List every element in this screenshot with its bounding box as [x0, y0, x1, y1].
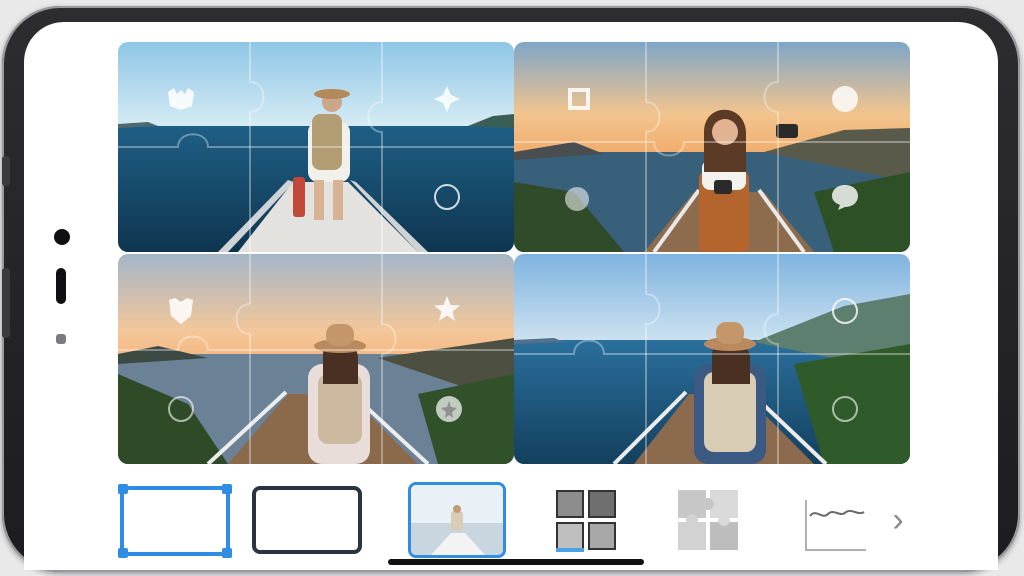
puzzle-tool[interactable]	[676, 488, 740, 552]
sensor-pill	[56, 268, 66, 304]
photo-tile-2[interactable]	[514, 42, 910, 252]
circle-icon	[432, 182, 462, 212]
circle-icon	[166, 394, 196, 424]
bat-icon	[166, 84, 196, 114]
photo-tile-4[interactable]	[514, 254, 910, 464]
puzzle-icon	[678, 490, 738, 550]
photo-woman-hat-boardwalk-sea	[514, 254, 910, 464]
side-button-top	[2, 156, 10, 186]
camera-dot	[54, 229, 70, 245]
shield-icon	[166, 296, 196, 326]
badge-icon	[564, 84, 594, 114]
photo-thumbnail-tool[interactable]	[408, 482, 506, 558]
frame-blue-tool[interactable]	[118, 484, 232, 558]
photo-woman-hat-boardwalk-sunset	[118, 254, 514, 464]
sensor-dot	[56, 334, 66, 344]
circle-icon	[830, 296, 860, 326]
phone-screen: ›	[24, 22, 998, 570]
photo-woman-boat-ocean	[118, 42, 514, 252]
wave-frame-tool[interactable]	[804, 494, 868, 552]
home-indicator[interactable]	[388, 559, 644, 565]
circle-icon	[562, 184, 592, 214]
side-button	[2, 268, 10, 338]
circle-icon	[830, 84, 860, 114]
photo-tile-1[interactable]	[118, 42, 514, 252]
grid-layout-tool[interactable]	[556, 490, 618, 552]
photo-woman-camera-boardwalk	[514, 42, 910, 252]
speech-bubble-icon	[830, 182, 860, 212]
next-arrow-icon[interactable]: ›	[886, 502, 910, 538]
star-burst-icon	[432, 84, 462, 114]
frame-toolbar: ›	[24, 466, 998, 570]
frame-dark-tool[interactable]	[252, 486, 362, 554]
star-bubble-icon	[434, 394, 464, 424]
wave-frame-icon	[805, 500, 866, 551]
star-icon	[432, 294, 462, 324]
thumbnail-image	[411, 485, 503, 555]
circle-icon	[830, 394, 860, 424]
photo-tile-3[interactable]	[118, 254, 514, 464]
